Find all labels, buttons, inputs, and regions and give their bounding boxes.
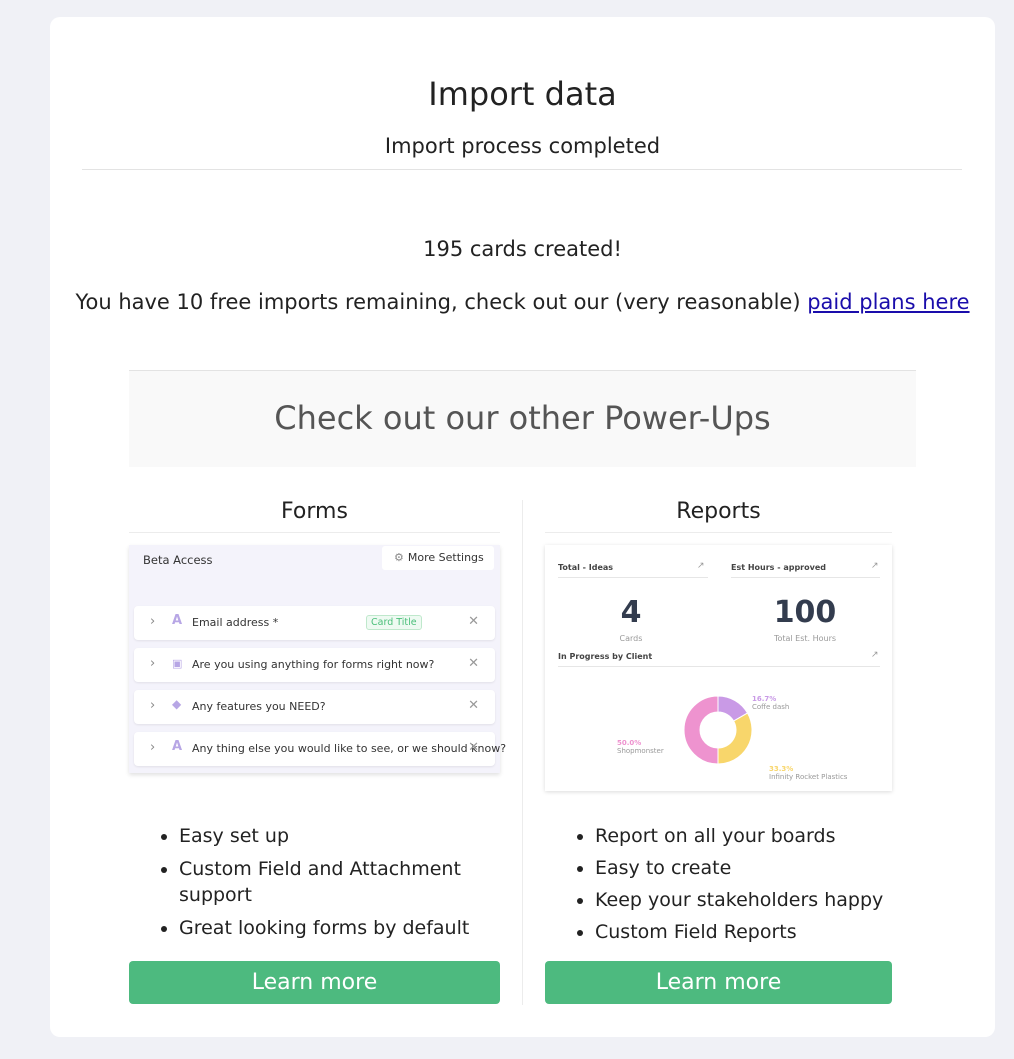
column-divider [522, 500, 523, 1005]
forms-feature-list: Easy set up Custom Field and Attachment … [159, 820, 479, 944]
form-field-label: Are you using anything for forms right n… [192, 658, 435, 671]
form-field-row: › A Any thing else you would like to see… [134, 732, 506, 766]
page-title: Import data [428, 75, 617, 113]
reports-powerup: Reports Total - Ideas ↗ Est Hours - appr… [545, 497, 892, 1004]
forms-title: Forms [129, 497, 500, 533]
cards-created-text: 195 cards created! [423, 237, 622, 261]
remaining-imports-label: You have 10 free imports remaining, chec… [75, 290, 801, 314]
donut-chart [683, 695, 753, 765]
form-field-row: › A Email address * Card Title ✕ [134, 606, 495, 640]
text-icon: A [172, 613, 183, 628]
widget-value: 100 [773, 595, 837, 630]
page-subtitle: Import process completed [384, 134, 661, 158]
form-field-label: Any features you NEED? [192, 700, 326, 713]
powerups-banner: Check out our other Power-Ups [129, 370, 916, 467]
donut-label: 33.3% Infinity Rocket Plastics [769, 765, 847, 781]
widget-label: Est Hours - approved [731, 563, 826, 572]
powerups-heading: Check out our other Power-Ups [274, 399, 771, 437]
divider [82, 169, 962, 170]
forms-preview-header: Beta Access [143, 553, 213, 567]
gear-icon: ⚙ [394, 551, 404, 564]
list-item: Great looking forms by default [179, 912, 479, 944]
donut-label-percent: 50.0% [617, 739, 642, 747]
widget-unit: Total Est. Hours [773, 634, 837, 643]
donut-label-percent: 33.3% [769, 765, 794, 773]
donut-slice [683, 695, 719, 765]
form-field-row: › ◆ Any features you NEED? ✕ [134, 690, 495, 724]
external-link-icon: ↗ [697, 561, 705, 571]
reports-feature-list: Report on all your boards Easy to create… [575, 820, 895, 948]
donut-label-name: Infinity Rocket Plastics [769, 773, 848, 781]
paid-plans-link[interactable]: paid plans here [807, 290, 969, 314]
text-icon: A [172, 739, 183, 754]
close-icon: ✕ [468, 656, 479, 671]
tag-icon: ◆ [172, 697, 182, 711]
forms-preview-image: Beta Access ⚙ More Settings › A Email add… [129, 545, 506, 773]
list-item: Keep your stakeholders happy [595, 884, 895, 916]
close-icon: ✕ [468, 614, 479, 629]
donut-slice [717, 712, 753, 765]
external-link-icon: ↗ [871, 561, 879, 571]
donut-label: 16.7% Coffe dash [752, 695, 789, 711]
external-link-icon: ↗ [871, 650, 879, 660]
donut-label-name: Coffe dash [752, 703, 790, 711]
chevron-right-icon: › [150, 698, 156, 713]
more-settings-button: ⚙ More Settings [382, 546, 494, 570]
donut-label: 50.0% Shopmonster [617, 739, 664, 755]
remaining-imports-text: You have 10 free imports remaining, chec… [50, 290, 995, 314]
import-card: Import data Import process completed 195… [50, 17, 995, 1037]
list-item: Custom Field and Attachment support [179, 856, 479, 908]
reports-title: Reports [545, 497, 892, 533]
card-title-badge: Card Title [366, 615, 422, 630]
widget-label: Total - Ideas [558, 563, 614, 572]
form-field-label: Any thing else you would like to see, or… [192, 742, 507, 755]
list-item: Custom Field Reports [595, 916, 895, 948]
divider [731, 577, 880, 578]
divider [558, 577, 708, 578]
reports-learn-more-button[interactable]: Learn more [545, 961, 892, 1004]
reports-preview-image: Total - Ideas ↗ Est Hours - approved ↗ 4… [545, 545, 892, 791]
chevron-right-icon: › [150, 656, 156, 671]
close-icon: ✕ [468, 740, 479, 755]
chart-label: In Progress by Client [558, 652, 653, 661]
close-icon: ✕ [468, 698, 479, 713]
forms-powerup: Forms Beta Access ⚙ More Settings › A Ema… [129, 497, 506, 1004]
dropdown-icon: ▣ [172, 657, 183, 670]
donut-label-percent: 16.7% [752, 695, 777, 703]
form-field-label: Email address * [192, 616, 279, 629]
donut-label-name: Shopmonster [617, 747, 664, 755]
widget-value: 4 [620, 595, 642, 630]
list-item: Easy set up [179, 820, 479, 852]
divider [558, 666, 880, 667]
chevron-right-icon: › [150, 740, 156, 755]
list-item: Report on all your boards [595, 820, 895, 852]
chevron-right-icon: › [150, 614, 156, 629]
form-field-row: › ▣ Are you using anything for forms rig… [134, 648, 495, 682]
widget-unit: Cards [619, 634, 643, 643]
more-settings-label: More Settings [407, 551, 484, 564]
forms-learn-more-button[interactable]: Learn more [129, 961, 500, 1004]
list-item: Easy to create [595, 852, 895, 884]
